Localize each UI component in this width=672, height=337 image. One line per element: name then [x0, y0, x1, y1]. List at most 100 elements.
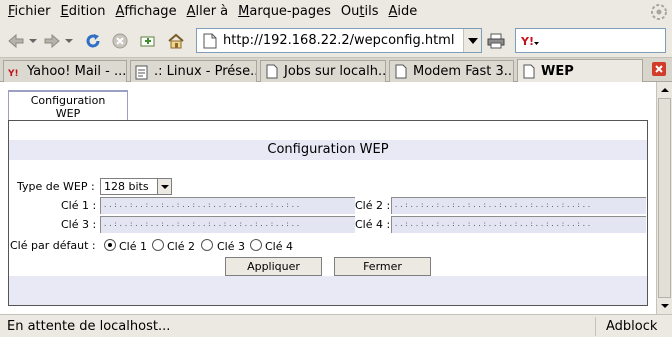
menu-outils-label: Outils — [340, 4, 379, 19]
menu-marque-pages-accel: M — [238, 4, 250, 19]
tab-linux[interactable]: .: Linux - Prése... — [130, 60, 257, 82]
key4-field[interactable]: ..:..:..:..:..:..:..:..:..:..:..:..:.. — [391, 216, 646, 233]
default-key-radio-1[interactable] — [104, 239, 116, 251]
new-tab-icon — [140, 36, 155, 47]
menu-fichier[interactable]: Fichier — [3, 0, 56, 24]
back-history-dropdown[interactable] — [28, 29, 38, 53]
default-key-label: Clé par défaut : — [10, 239, 96, 252]
page-tab-label-line1: Configuration — [30, 94, 106, 107]
menu-edition-accel: E — [60, 4, 69, 19]
vertical-scrollbar[interactable] — [656, 82, 672, 314]
menu-aide[interactable]: Aide — [383, 0, 422, 24]
forward-button[interactable] — [40, 29, 64, 53]
key2-label: Clé 2 : — [355, 199, 391, 212]
forward-icon — [44, 33, 60, 49]
wep-type-label: Type de WEP : — [17, 180, 95, 193]
tab-label: Yahoo! Mail - ... — [27, 64, 127, 79]
back-button[interactable] — [4, 29, 28, 53]
status-bar: En attente de localhost... Adblock — [0, 314, 672, 337]
back-icon — [8, 33, 24, 49]
scroll-down-arrow-icon[interactable] — [659, 300, 671, 312]
url-bar[interactable]: http://192.168.22.2/wepconfig.html — [196, 28, 482, 53]
menu-edition-label: dition — [68, 4, 106, 19]
default-key-radio-3[interactable] — [201, 239, 213, 251]
home-icon — [168, 33, 184, 49]
url-history-dropdown[interactable] — [463, 29, 481, 52]
menu-fichier-label: ichier — [14, 4, 51, 19]
home-button[interactable] — [164, 29, 188, 53]
key1-field[interactable]: ..:..:..:..:..:..:..:..:..:..:..:..:.. — [100, 197, 355, 214]
page-icon — [522, 63, 536, 79]
chevron-down-icon — [65, 39, 73, 43]
close-tab-button[interactable] — [652, 62, 666, 76]
tab-label: WEP — [541, 63, 574, 79]
radio-label-2: Clé 2 — [167, 240, 195, 253]
print-icon — [487, 33, 505, 49]
key1-label: Clé 1 : — [61, 199, 97, 212]
menu-marque-pages-label: arque-pages — [249, 4, 331, 19]
print-button[interactable] — [484, 29, 508, 53]
wep-type-select[interactable]: 128 bits — [100, 178, 172, 195]
menu-aide-label: ide — [397, 4, 418, 19]
apply-button[interactable]: Appliquer — [225, 257, 322, 276]
chevron-down-icon — [29, 39, 37, 43]
new-tab-button[interactable] — [136, 29, 160, 53]
chevron-down-icon — [157, 179, 171, 194]
menu-affichage-label: ffichage — [124, 4, 177, 19]
forward-history-dropdown[interactable] — [64, 29, 74, 53]
yahoo-icon: Y! — [8, 64, 22, 80]
page-content: Configuration WEP Configuration WEP Type… — [0, 82, 656, 314]
tab-label: Modem Fast 3... — [413, 64, 514, 79]
radio-label-4: Clé 4 — [265, 240, 293, 253]
page-tab-label-line2: WEP — [55, 107, 81, 120]
menu-bar: Fichier Edition Affichage Aller à Marque… — [0, 0, 672, 24]
chevron-down-icon — [467, 37, 478, 44]
close-button[interactable]: Fermer — [334, 257, 431, 276]
menu-edition[interactable]: Edition — [56, 0, 111, 24]
yahoo-search-icon: Y! — [520, 35, 539, 48]
svg-text:Y!: Y! — [8, 69, 19, 78]
panel-footer — [9, 276, 647, 305]
wep-config-panel: Configuration WEP Type de WEP : 128 bits… — [8, 120, 648, 306]
stop-icon — [112, 33, 128, 49]
radio-label-3: Clé 3 — [217, 240, 245, 253]
page-icon — [203, 33, 217, 48]
wep-type-value: 128 bits — [104, 180, 149, 193]
scroll-up-arrow-icon[interactable] — [659, 84, 671, 96]
key3-field[interactable]: ..:..:..:..:..:..:..:..:..:..:..:..:.. — [100, 216, 355, 233]
page-tab-configuration-wep[interactable]: Configuration WEP — [8, 90, 128, 120]
menu-affichage[interactable]: Affichage — [110, 0, 181, 24]
notepad-icon — [135, 64, 149, 80]
tab-bar: Y! Yahoo! Mail - ... .: Linux - Prése...… — [0, 58, 672, 82]
status-text: En attente de localhost... — [7, 319, 171, 334]
default-key-radio-2[interactable] — [152, 239, 164, 251]
throbber-icon — [651, 4, 667, 20]
menu-outils[interactable]: Outils — [336, 0, 384, 24]
reload-button[interactable] — [81, 29, 105, 53]
tab-label: Jobs sur localh... — [284, 64, 386, 79]
menu-marque-pages[interactable]: Marque-pages — [233, 0, 336, 24]
key4-label: Clé 4 : — [355, 218, 391, 231]
tab-yahoo-mail[interactable]: Y! Yahoo! Mail - ... — [3, 60, 127, 82]
page-icon — [394, 64, 408, 80]
tab-wep[interactable]: WEP — [517, 59, 643, 82]
close-icon — [655, 65, 663, 73]
tab-label: .: Linux - Prése... — [154, 64, 257, 79]
adblock-button[interactable]: Adblock — [595, 317, 667, 336]
page-icon — [265, 64, 279, 80]
key3-label: Clé 3 : — [61, 218, 97, 231]
search-bar[interactable]: Y! — [515, 28, 666, 53]
url-text[interactable]: http://192.168.22.2/wepconfig.html — [223, 33, 454, 48]
reload-icon — [86, 34, 100, 48]
svg-text:Y!: Y! — [520, 35, 534, 48]
tab-modem[interactable]: Modem Fast 3... — [389, 60, 514, 82]
key2-field[interactable]: ..:..:..:..:..:..:..:..:..:..:..:..:.. — [391, 197, 646, 214]
menu-aller-a-label: ller à — [195, 4, 229, 19]
menu-aller-a[interactable]: Aller à — [182, 0, 234, 24]
radio-label-1: Clé 1 — [119, 240, 147, 253]
default-key-radio-4[interactable] — [250, 239, 262, 251]
scroll-thumb[interactable] — [658, 98, 671, 298]
stop-button[interactable] — [108, 29, 132, 53]
panel-title: Configuration WEP — [9, 140, 647, 160]
tab-jobs[interactable]: Jobs sur localh... — [260, 60, 386, 82]
